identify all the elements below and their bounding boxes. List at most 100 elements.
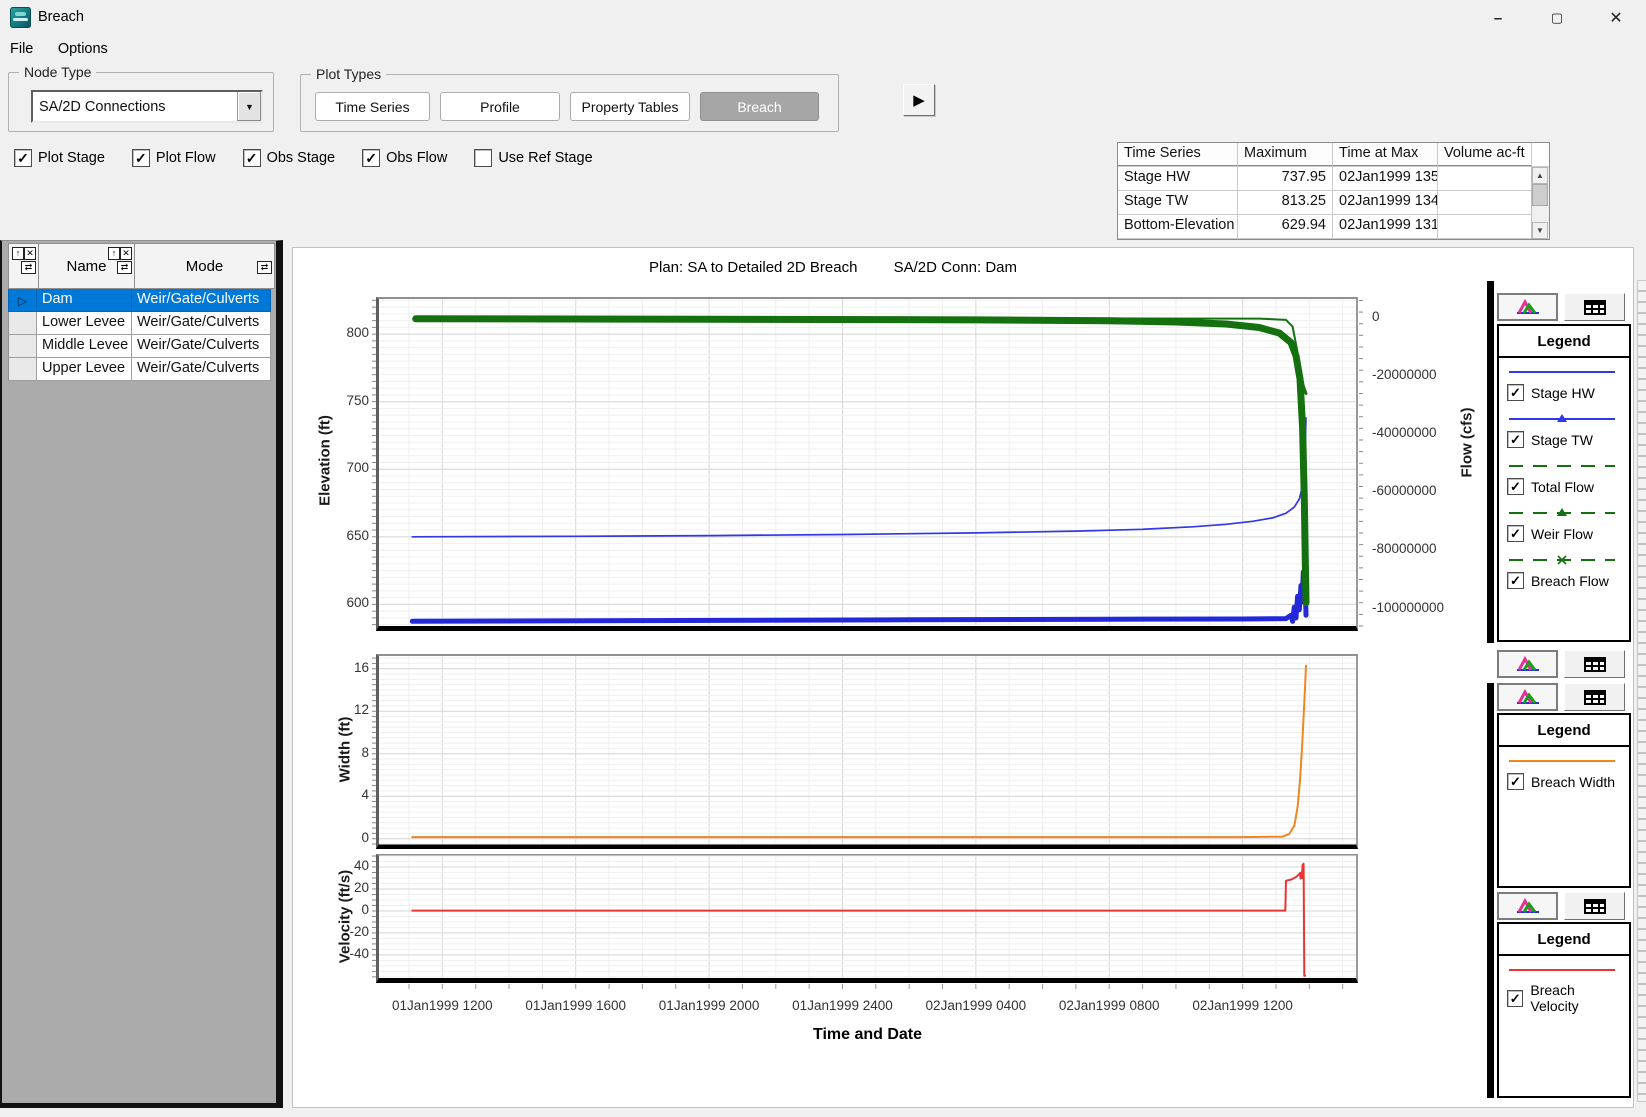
show-plot-button[interactable] [1497,892,1558,920]
chart-1-area[interactable] [376,297,1358,631]
mode-column-header[interactable]: Mode⇄ [135,243,275,289]
stats-col-2[interactable]: Maximum [1238,143,1333,166]
node-row-upper-levee[interactable]: Upper LeveeWeir/Gate/Culverts [8,358,275,381]
plot-type-button-property-tables[interactable]: Property Tables [570,92,690,121]
stats-row[interactable]: Stage HW737.9502Jan1999 1350 [1118,167,1549,191]
stats-col-3[interactable]: Time at Max [1333,143,1438,166]
show-table-button[interactable] [1564,293,1625,321]
row-selector[interactable] [8,358,37,381]
stats-scrollbar[interactable]: ▲▼ [1531,167,1549,239]
node-type-dropdown[interactable]: SA/2D Connections ▼ [31,90,263,123]
node-mode-cell[interactable]: Weir/Gate/Culverts [132,358,271,381]
chart-2-area[interactable] [376,654,1358,849]
option-label: Obs Stage [267,150,336,166]
checkbox[interactable]: ✓ [14,149,32,167]
node-name-cell[interactable]: Dam [37,289,132,312]
show-plot-button[interactable] [1497,650,1558,678]
plot-types-label: Plot Types [311,66,386,82]
legend-panel-2: Legend✓Breach Width [1497,683,1631,888]
clear-sort-icon[interactable]: ✕ [120,247,132,260]
stats-row[interactable]: Bottom-Elevation629.9402Jan1999 1317 [1118,215,1549,239]
nodes-panel: ↑✕⇄Name↑✕⇄Mode⇄▷DamWeir/Gate/CulvertsLow… [0,240,283,1108]
row-selector-header[interactable]: ↑✕⇄ [8,243,39,289]
filter-icon[interactable]: ⇄ [257,261,272,274]
table-icon [1584,300,1606,315]
show-plot-button[interactable] [1497,683,1558,711]
maximize-button[interactable]: ▢ [1528,0,1586,36]
stats-table: Time SeriesMaximumTime at MaxVolume ac-f… [1117,142,1550,240]
node-row-dam[interactable]: ▷DamWeir/Gate/Culverts [8,289,275,312]
checkbox[interactable]: ✓ [1507,572,1524,589]
show-table-button[interactable] [1564,683,1625,711]
plot-panel: Plan: SA to Detailed 2D Breach SA/2D Con… [292,247,1634,1108]
row-selector[interactable]: ▷ [8,289,37,312]
checkbox[interactable]: ✓ [243,149,261,167]
node-name-cell[interactable]: Lower Levee [37,312,132,335]
chart-3-area[interactable] [376,854,1358,983]
y-axis-title: Elevation (ft) [317,351,334,571]
animate-play-button[interactable]: ▶ [903,84,935,116]
scroll-down-icon[interactable]: ▼ [1532,222,1548,239]
checkbox[interactable] [474,149,492,167]
filter-icon[interactable]: ⇄ [21,261,36,274]
filter-icon[interactable]: ⇄ [117,261,132,274]
checkbox[interactable]: ✓ [1507,773,1524,790]
node-mode-cell[interactable]: Weir/Gate/Culverts [132,312,271,335]
show-table-button[interactable] [1564,892,1625,920]
option-obs-stage[interactable]: ✓ Obs Stage [243,149,336,167]
scroll-thumb[interactable] [1532,184,1548,206]
legend-view-buttons [1497,892,1631,920]
checkbox[interactable]: ✓ [1507,384,1524,401]
chart-icon [1516,656,1540,672]
plot-type-button-profile[interactable]: Profile [440,92,560,121]
option-obs-flow[interactable]: ✓Obs Flow [362,149,447,167]
option-label: Plot Flow [156,150,216,166]
chevron-down-icon[interactable]: ▼ [237,92,261,121]
checkbox[interactable]: ✓ [1507,478,1524,495]
checkbox[interactable]: ✓ [362,149,380,167]
row-selector[interactable] [8,335,37,358]
minimize-button[interactable]: – [1469,0,1527,36]
chart-icon [1516,689,1540,705]
stats-table-header: Time SeriesMaximumTime at MaxVolume ac-f… [1118,143,1549,167]
stats-cell [1438,167,1532,190]
node-mode-cell[interactable]: Weir/Gate/Culverts [132,335,271,358]
nodes-table-header: ↑✕⇄Name↑✕⇄Mode⇄ [8,243,275,289]
checkbox[interactable]: ✓ [132,149,150,167]
node-name-cell[interactable]: Middle Levee [37,335,132,358]
show-plot-button[interactable] [1497,293,1558,321]
name-column-header[interactable]: Name↑✕⇄ [39,243,135,289]
stats-col-1[interactable]: Time Series [1118,143,1238,166]
sort-up-icon[interactable]: ↑ [108,247,120,260]
node-mode-cell[interactable]: Weir/Gate/Culverts [132,289,271,312]
show-table-button[interactable] [1564,650,1625,678]
plot-type-button-breach[interactable]: Breach [700,92,819,121]
node-name-cell[interactable]: Upper Levee [37,358,132,381]
stats-row[interactable]: Stage TW813.2502Jan1999 1349 [1118,191,1549,215]
plot-options-row: ✓Plot Stage✓Plot Flow✓Obs Stage✓Obs Flow… [14,149,593,167]
window-right-scroll-strip[interactable] [1637,280,1646,1102]
plot-type-button-time-series[interactable]: Time Series [315,92,430,121]
node-row-lower-levee[interactable]: Lower LeveeWeir/Gate/Culverts [8,312,275,335]
menu-options[interactable]: Options [48,37,118,57]
sort-up-icon[interactable]: ↑ [12,247,24,260]
checkbox[interactable]: ✓ [1507,525,1524,542]
chart-icon [1516,898,1540,914]
close-button[interactable]: ✕ [1587,0,1645,36]
checkbox[interactable]: ✓ [1507,431,1524,448]
scroll-up-icon[interactable]: ▲ [1532,167,1548,184]
stats-col-4[interactable]: Volume ac-ft [1438,143,1532,166]
clear-sort-icon[interactable]: ✕ [24,247,36,260]
menu-file[interactable]: File [0,37,43,57]
plot-title: Plan: SA to Detailed 2D Breach SA/2D Con… [293,259,1373,276]
node-row-middle-levee[interactable]: Middle LeveeWeir/Gate/Culverts [8,335,275,358]
option-use-ref-stage[interactable]: Use Ref Stage [474,149,592,167]
checkbox[interactable]: ✓ [1507,990,1523,1007]
option-plot-flow[interactable]: ✓ Plot Flow [132,149,216,167]
table-icon [1584,899,1606,914]
chart-icon [1516,299,1540,315]
y2-tick-label: -60000000 [1372,483,1437,498]
row-selector[interactable] [8,312,37,335]
x-tick-label: 01Jan1999 1200 [387,998,497,1013]
option-plot-stage[interactable]: ✓Plot Stage [14,149,105,167]
